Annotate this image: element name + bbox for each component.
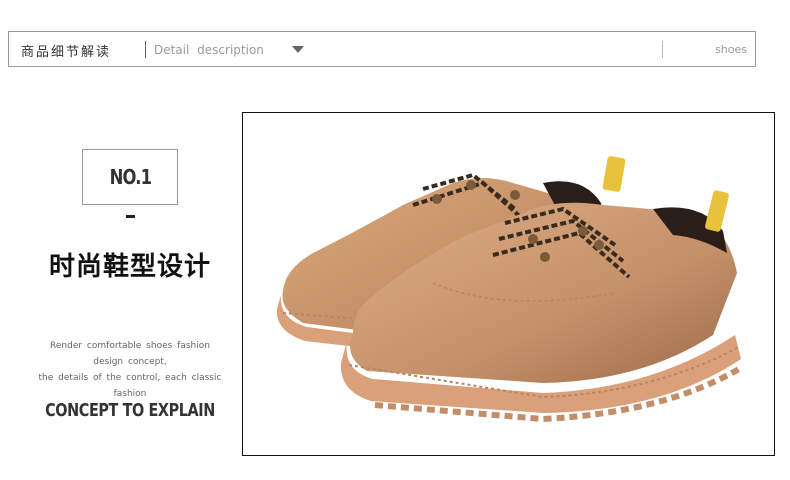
header-title-cn: 商品细节解读	[21, 45, 112, 60]
feature-number: NO.1	[109, 165, 151, 189]
description-line: Render comfortable shoes fashion	[50, 341, 210, 351]
description-line: the details of the control, each classic…	[38, 373, 222, 399]
header-title-en: Detail description	[154, 43, 264, 57]
header-divider-right	[662, 41, 663, 58]
feature-description: Render comfortable shoes fashion design …	[20, 338, 240, 402]
triangle-down-icon	[292, 46, 304, 53]
section-header-bar: 商品细节解读 Detail description shoes	[8, 31, 756, 67]
shoes-illustration	[276, 156, 741, 423]
feature-subheading: CONCEPT TO EXPLAIN	[45, 400, 215, 421]
feature-heading: 时尚鞋型设计	[48, 252, 211, 282]
header-divider	[145, 41, 146, 58]
product-photo	[242, 112, 775, 456]
decorative-dash	[126, 215, 135, 218]
description-line: design concept,	[93, 357, 167, 367]
header-category-label: shoes	[715, 43, 747, 56]
feature-number-box: NO.1	[82, 149, 178, 205]
